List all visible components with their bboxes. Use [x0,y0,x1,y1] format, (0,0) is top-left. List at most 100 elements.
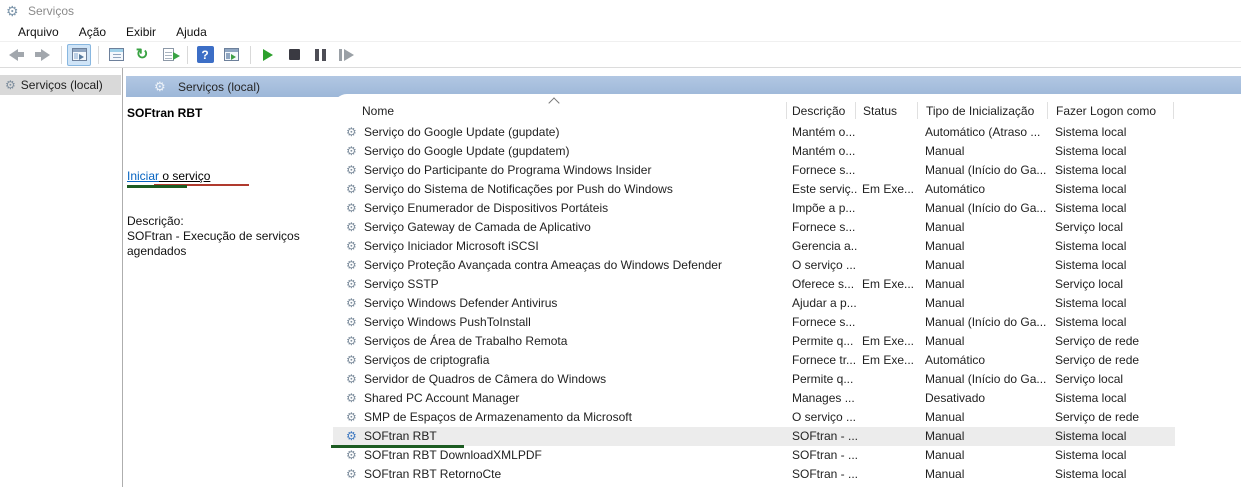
table-row[interactable]: ⚙ Serviço do Participante do Programa Wi… [333,161,1175,180]
table-row[interactable]: ⚙ Serviço do Google Update (gupdate) Man… [333,123,1175,142]
cell-tipo-inicializacao: Manual [925,410,965,424]
table-row[interactable]: ⚙ Serviço Enumerador de Dispositivos Por… [333,199,1175,218]
service-gear-icon: ⚙ [346,410,357,424]
table-row[interactable]: ⚙ Serviços de Área de Trabalho Remota Pe… [333,332,1175,351]
menu-item[interactable]: Ação [69,22,116,42]
export-list-icon [162,48,180,61]
service-gear-icon: ⚙ [346,144,357,158]
column-separator[interactable] [855,102,856,119]
description-text: SOFtran - Execução de serviços agendados [127,229,300,258]
cell-fazer-logon-como: Sistema local [1055,182,1127,196]
column-separator[interactable] [786,102,787,119]
stop-service-button[interactable] [282,44,306,66]
table-row[interactable]: ⚙ Serviço Gateway de Camada de Aplicativ… [333,218,1175,237]
cell-tipo-inicializacao: Manual [925,239,965,253]
console-tree-panel: ⚙ Serviços (local) [0,68,121,487]
column-header-status[interactable]: Status [863,104,897,118]
show-console-tree-button[interactable] [67,43,91,66]
cell-fazer-logon-como: Serviço local [1055,277,1124,291]
cell-descricao: Mantém o... [792,144,856,158]
service-detail-panel: SOFtran RBT Iniciar o serviço Descrição:… [127,97,332,487]
table-row[interactable]: ⚙ Shared PC Account Manager Manages ... … [333,389,1175,408]
restart-service-button[interactable] [334,44,358,66]
cell-nome: Serviço SSTP [364,277,439,291]
table-row[interactable]: ⚙ Serviço Iniciador Microsoft iSCSI Gere… [333,237,1175,256]
sort-ascending-icon [550,96,559,105]
table-row[interactable]: ⚙ Serviço SSTP Oferece s... Em Exe... Ma… [333,275,1175,294]
refresh-button[interactable]: ↻ [130,44,154,66]
cell-descricao: Gerencia a... [792,239,858,253]
tree-item-servicos-local[interactable]: ⚙ Serviços (local) [0,75,121,95]
table-row[interactable]: ⚙ SOFtran RBT SOFtran - ... Manual Siste… [333,427,1175,446]
cell-descricao: Ajudar a p... [792,296,857,310]
list-header: Nome Descrição Status Tipo de Inicializa… [333,100,1183,121]
extended-view-button[interactable] [219,44,243,66]
cell-fazer-logon-como: Serviço de rede [1055,334,1140,348]
cell-tipo-inicializacao: Manual [925,258,965,272]
panel-splitter[interactable] [122,68,123,487]
cell-tipo-inicializacao: Automático [925,353,986,367]
column-separator[interactable] [1173,102,1174,119]
cell-status: Em Exe... [862,353,915,367]
service-gear-icon: ⚙ [346,201,357,215]
menu-bar: Arquivo Ação Exibir Ajuda [0,22,1241,42]
column-header-descricao[interactable]: Descrição [792,104,845,118]
description-label: Descrição: [127,214,184,228]
table-row[interactable]: ⚙ SOFtran RBT DownloadXMLPDF SOFtran - .… [333,446,1175,465]
table-row[interactable]: ⚙ Serviços de criptografia Fornece tr...… [333,351,1175,370]
cell-fazer-logon-como: Serviço local [1055,220,1124,234]
cell-descricao: Fornece tr... [792,353,857,367]
cell-descricao: SOFtran - ... [792,448,858,462]
cell-nome: Serviços de Área de Trabalho Remota [364,334,568,348]
column-separator[interactable] [917,102,918,119]
table-row[interactable]: ⚙ Serviço Windows PushToInstall Fornece … [333,313,1175,332]
table-row[interactable]: ⚙ Serviço do Google Update (gupdatem) Ma… [333,142,1175,161]
table-row[interactable]: ⚙ Serviço Proteção Avançada contra Ameaç… [333,256,1175,275]
column-header-fazer-logon-como[interactable]: Fazer Logon como [1056,104,1156,118]
selected-service-name: SOFtran RBT [127,106,203,120]
start-service-button[interactable] [256,44,280,66]
back-button[interactable] [4,44,28,66]
cell-tipo-inicializacao: Manual [925,448,965,462]
toolbar-separator [187,45,188,64]
pause-service-button[interactable] [308,44,332,66]
cell-descricao: Fornece s... [792,163,856,177]
column-header-tipo-de-inicializacao[interactable]: Tipo de Inicialização [926,104,1034,118]
properties-button[interactable] [104,44,128,66]
annotation-green-underline [127,185,187,188]
column-header-nome[interactable]: Nome [362,104,394,118]
menu-item[interactable]: Arquivo [8,22,69,42]
help-button[interactable]: ? [193,44,217,66]
services-gear-icon: ⚙ [6,3,19,19]
forward-button[interactable] [30,44,54,66]
start-service-link-action[interactable]: Iniciar [127,169,159,183]
cell-nome: SMP de Espaços de Armazenamento da Micro… [364,410,632,424]
start-service-link-rest: o serviço [159,169,211,183]
table-row[interactable]: ⚙ SMP de Espaços de Armazenamento da Mic… [333,408,1175,427]
start-service-link[interactable]: Iniciar o serviço [127,169,210,183]
table-row[interactable]: ⚙ Serviço do Sistema de Notificações por… [333,180,1175,199]
service-gear-icon: ⚙ [346,163,357,177]
cell-fazer-logon-como: Serviço de rede [1055,410,1140,424]
table-row[interactable]: ⚙ Servidor de Quadros de Câmera do Windo… [333,370,1175,389]
export-list-button[interactable] [156,44,180,66]
forward-icon [34,48,50,61]
cell-nome: Serviço do Participante do Programa Wind… [364,163,652,177]
service-gear-icon: ⚙ [346,372,357,386]
menu-item[interactable]: Exibir [116,22,166,42]
cell-descricao: Mantém o... [792,125,856,139]
content-header-label: Serviços (local) [178,80,261,94]
service-rows: ⚙ Serviço do Google Update (gupdate) Man… [333,123,1241,484]
service-gear-icon: ⚙ [346,239,357,253]
service-gear-icon: ⚙ [346,448,357,462]
cell-descricao: Fornece s... [792,315,856,329]
service-gear-icon: ⚙ [346,391,357,405]
menu-item[interactable]: Ajuda [166,22,217,42]
cell-nome: Serviço do Sistema de Notificações por P… [364,182,673,196]
table-row[interactable]: ⚙ SOFtran RBT RetornoCte SOFtran - ... M… [333,465,1175,484]
service-gear-icon: ⚙ [346,467,357,481]
cell-fazer-logon-como: Sistema local [1055,448,1127,462]
table-row[interactable]: ⚙ Serviço Windows Defender Antivirus Aju… [333,294,1175,313]
service-gear-icon: ⚙ [346,429,357,443]
column-separator[interactable] [1047,102,1048,119]
